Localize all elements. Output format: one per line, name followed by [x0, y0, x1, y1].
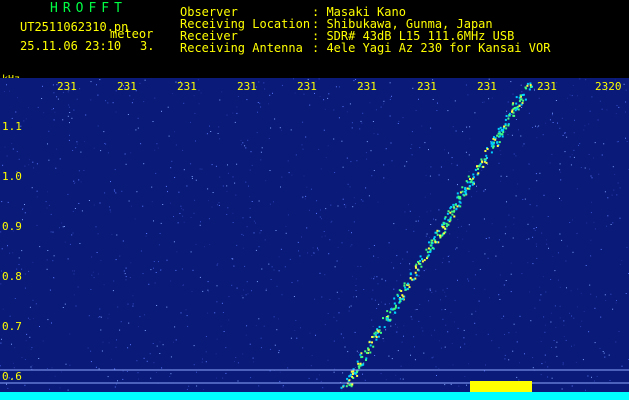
x-tick-label: 231 [237, 80, 257, 93]
x-tick-label: 231 [117, 80, 137, 93]
spectrogram-canvas: 1.1 1.0 0.9 0.8 0.7 0.6 231 231 231 231 231 231 231… [0, 78, 629, 400]
x-tick-label: 231 [177, 80, 197, 93]
x-tick-label: 231 [537, 80, 557, 93]
count: 3. [140, 39, 155, 53]
y-tick-label: 0.7 [2, 320, 22, 333]
x-tick-label: 231 [57, 80, 77, 93]
x-tick-label: 2320 [595, 80, 622, 93]
x-tick-label: 231 [477, 80, 497, 93]
datetime: 25.11.06 23:10 [20, 39, 122, 53]
y-tick-label: 0.6 [2, 370, 22, 383]
y-tick-label: 1.1 [2, 120, 22, 133]
header-panel: HROFFT UT2511062310.pn meteor 25.11.06 2… [0, 0, 629, 85]
x-tick-label: 231 [357, 80, 377, 93]
y-tick-label: 0.9 [2, 220, 22, 233]
field-label-antenna: Receiving Antenna [180, 41, 303, 55]
spectrogram: 1.1 1.0 0.9 0.8 0.7 0.6 231 231 231 231 231 231 231… [0, 78, 629, 400]
app-title: HROFFT [50, 1, 127, 16]
baseline-signal [0, 392, 629, 400]
x-tick-label: 231 [417, 80, 437, 93]
x-tick-label: 231 [297, 80, 317, 93]
y-tick-label: 1.0 [2, 170, 22, 183]
field-value-antenna: : 4ele Yagi Az 230 for Kansai VOR [312, 41, 551, 55]
spectrogram-background [0, 78, 629, 400]
y-tick-label: 0.8 [2, 270, 22, 283]
